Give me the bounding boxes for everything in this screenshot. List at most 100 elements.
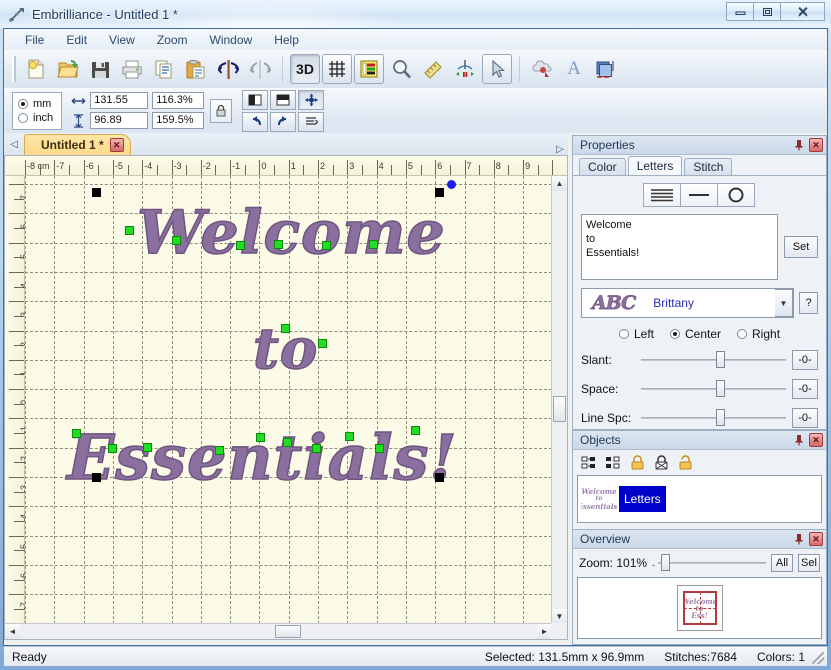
close-button[interactable] [780, 2, 825, 21]
vertical-scrollbar[interactable]: ▲ ▼ [551, 176, 567, 624]
3d-view-button[interactable]: 3D [290, 54, 320, 84]
properties-close-icon[interactable]: ✕ [809, 138, 823, 152]
menu-item-zoom[interactable]: Zoom [146, 31, 199, 49]
maximize-button[interactable] [753, 2, 781, 21]
objects-pin-icon[interactable] [792, 433, 806, 447]
set-button[interactable]: Set [784, 236, 818, 258]
scroll-left-button[interactable]: ◄ [5, 624, 20, 639]
tab-letters[interactable]: Letters [628, 156, 683, 175]
overview-close-icon[interactable]: ✕ [809, 532, 823, 546]
undo-arrow-icon[interactable] [242, 112, 268, 132]
magnifier-icon[interactable] [386, 54, 416, 84]
height-percent-input[interactable]: 159.5% [152, 112, 204, 129]
selection-corner-handle[interactable] [435, 188, 444, 197]
letter-node-handle[interactable] [322, 241, 331, 250]
slant-slider[interactable] [641, 353, 786, 367]
floppy-disk-icon[interactable] [85, 54, 115, 84]
toolbar-grip[interactable] [12, 56, 16, 82]
center-move-icon[interactable] [298, 90, 324, 110]
overview-pin-icon[interactable] [792, 532, 806, 546]
line-spacing-slider[interactable] [641, 411, 786, 425]
letter-node-handle[interactable] [172, 236, 181, 245]
objects-list[interactable]: Welcome to Essentials! Letters [577, 475, 822, 523]
multi-line-icon[interactable] [643, 183, 681, 207]
unit-option-inch[interactable]: inch [18, 112, 53, 124]
new-document-icon[interactable] [21, 54, 51, 84]
space-slider[interactable] [641, 382, 786, 396]
letter-node-handle[interactable] [274, 240, 283, 249]
width-input[interactable]: 131.55 [90, 92, 148, 109]
grid-icon[interactable] [322, 54, 352, 84]
properties-pin-icon[interactable] [792, 138, 806, 152]
letter-node-handle[interactable] [215, 446, 224, 455]
selection-corner-handle[interactable] [435, 473, 444, 482]
align-center-radio[interactable] [670, 329, 680, 339]
zoom-slider-thumb[interactable] [661, 554, 670, 571]
embroidery-artwork[interactable]: Welcome to Essentials! [25, 176, 552, 624]
menu-item-edit[interactable]: Edit [55, 31, 98, 49]
letter-node-handle[interactable] [318, 339, 327, 348]
selection-corner-handle[interactable] [92, 188, 101, 197]
stitch-book-icon[interactable] [591, 54, 621, 84]
circle-layout-icon[interactable] [717, 183, 755, 207]
single-line-icon[interactable] [680, 183, 718, 207]
flip-vertical-icon[interactable] [245, 54, 275, 84]
letter-node-handle[interactable] [281, 324, 290, 333]
letter-node-handle[interactable] [312, 444, 321, 453]
document-tab-untitled-1[interactable]: Untitled 1 * ✕ [24, 134, 131, 155]
select-all-objects-icon[interactable] [580, 454, 599, 472]
mm-radio[interactable] [18, 99, 28, 109]
slant-slider-thumb[interactable] [716, 351, 725, 368]
horizontal-scroll-thumb[interactable] [275, 625, 301, 638]
document-tab-close-icon[interactable]: ✕ [110, 138, 124, 152]
lettering-text-input[interactable]: Welcome to Essentials! [581, 214, 778, 280]
lock-closed-icon[interactable] [628, 454, 647, 472]
vertical-scroll-thumb[interactable] [553, 396, 566, 422]
printer-icon[interactable] [117, 54, 147, 84]
lock-open-icon[interactable] [676, 454, 695, 472]
needle-stitch-icon[interactable] [450, 54, 480, 84]
line-spacing-value[interactable]: -0- [792, 408, 818, 428]
minimize-button[interactable] [726, 2, 754, 21]
horizontal-scrollbar[interactable]: ◄ ► [5, 623, 552, 639]
lock-disabled-icon[interactable] [652, 454, 671, 472]
zoom-all-button[interactable]: All [771, 554, 793, 572]
inch-radio[interactable] [18, 113, 28, 123]
color-list-icon[interactable] [354, 54, 384, 84]
chevron-down-icon[interactable]: ▼ [775, 289, 793, 317]
letter-node-handle[interactable] [256, 433, 265, 442]
list-properties-icon[interactable] [298, 112, 324, 132]
align-right-radio[interactable] [737, 329, 747, 339]
open-folder-icon[interactable] [53, 54, 83, 84]
letter-node-handle[interactable] [369, 240, 378, 249]
design-text-line-3[interactable]: Essentials! [67, 421, 458, 494]
objects-close-icon[interactable]: ✕ [809, 433, 823, 447]
space-slider-thumb[interactable] [716, 380, 725, 397]
object-item-letters[interactable]: Letters [619, 486, 666, 512]
letter-node-handle[interactable] [143, 443, 152, 452]
split-horizontal-icon[interactable] [270, 90, 296, 110]
overview-preview[interactable]: Welcome to Ess! [577, 577, 822, 639]
line-spacing-slider-thumb[interactable] [716, 409, 725, 426]
copy-icon[interactable] [149, 54, 179, 84]
letter-node-handle[interactable] [125, 226, 134, 235]
letter-node-handle[interactable] [72, 429, 81, 438]
tab-color[interactable]: Color [579, 158, 626, 175]
font-help-button[interactable]: ? [799, 292, 818, 314]
font-combobox[interactable]: ABC Brittany ▼ [581, 288, 794, 318]
space-value[interactable]: -0- [792, 379, 818, 399]
zoom-selection-button[interactable]: Sel [798, 554, 820, 572]
menu-item-file[interactable]: File [14, 31, 55, 49]
align-right-option[interactable]: Right [737, 327, 780, 341]
flip-horizontal-icon[interactable] [213, 54, 243, 84]
selection-corner-handle[interactable] [92, 473, 101, 482]
unit-option-mm[interactable]: mm [18, 98, 53, 110]
design-workspace[interactable]: Welcome to Essentials! [25, 176, 552, 624]
rotate-handle-dot[interactable] [447, 180, 456, 189]
ruler-icon[interactable] [418, 54, 448, 84]
letter-node-handle[interactable] [375, 444, 384, 453]
letter-node-handle[interactable] [108, 444, 117, 453]
height-input[interactable]: 96.89 [90, 112, 148, 129]
design-text-line-1[interactable]: Welcome [137, 198, 446, 268]
slant-value[interactable]: -0- [792, 350, 818, 370]
